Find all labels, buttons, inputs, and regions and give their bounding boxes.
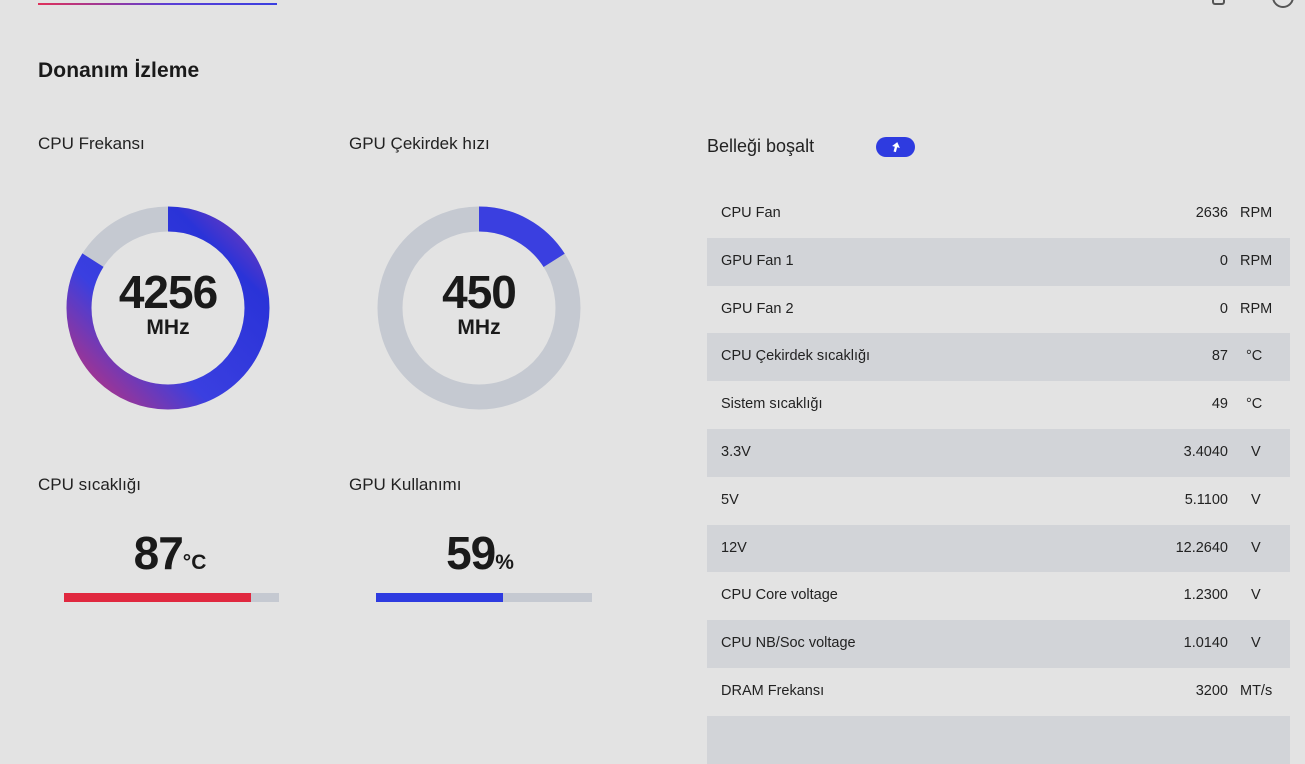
gpu-usage-label: GPU Kullanımı <box>349 475 462 494</box>
sensor-name: 5V <box>721 491 739 508</box>
sensor-value: 87 <box>1211 348 1228 365</box>
cpu-temp-label: CPU sıcaklığı <box>38 475 141 494</box>
cpu-temp-unit: °C <box>182 551 207 574</box>
sensor-row: CPU Fan 2636 RPM <box>707 190 1290 238</box>
sensor-name: DRAM Frekansı <box>721 682 825 699</box>
active-tab-indicator <box>38 3 277 5</box>
sensor-value: 1.2300 <box>1183 587 1228 604</box>
sensor-unit: RPM <box>1240 205 1273 221</box>
sensor-row: CPU NB/Soc voltage 1.0140 V <box>707 620 1290 668</box>
gpu-usage-value: 59 <box>446 527 496 579</box>
gpu-usage-unit: % <box>495 551 514 574</box>
sensor-row <box>707 715 1290 764</box>
sensor-value: 1.0140 <box>1183 635 1228 652</box>
sensor-name: GPU Fan 1 <box>721 252 794 269</box>
gpu-clock-value: 450 <box>442 266 517 318</box>
boost-arrow-icon <box>891 142 900 153</box>
cpu-frequency-gauge: 4256 MHz <box>63 203 273 413</box>
sensor-name: CPU Fan <box>721 205 781 221</box>
gpu-usage-readout: 59% <box>370 526 590 580</box>
sensor-name: Sistem sıcaklığı <box>721 396 823 413</box>
cpu-frequency-unit: MHz <box>146 316 190 339</box>
sensor-unit: MT/s <box>1240 682 1273 699</box>
sensor-row: GPU Fan 1 0 RPM <box>707 237 1290 286</box>
cpu-frequency-label: CPU Frekansı <box>38 134 145 153</box>
sensor-unit: RPM <box>1240 252 1273 269</box>
sensor-unit: V <box>1251 443 1261 460</box>
gpu-usage-bar-fill <box>376 593 504 602</box>
gpu-clock-unit: MHz <box>457 316 501 339</box>
sensor-unit: °C <box>1246 396 1263 413</box>
cpu-temp-readout: 87°C <box>60 526 280 580</box>
sensor-unit: V <box>1251 587 1261 604</box>
sensor-row: GPU Fan 2 0 RPM <box>707 286 1290 334</box>
free-memory-label: Belleği boşalt <box>707 136 815 156</box>
sensor-name: GPU Fan 2 <box>721 300 794 317</box>
sensor-row: 5V 5.1100 V <box>707 477 1290 525</box>
sensor-value: 12.2640 <box>1175 539 1228 556</box>
sensor-name: CPU Core voltage <box>721 587 838 604</box>
sensor-row: 3.3V 3.4040 V <box>707 428 1290 477</box>
sensor-row: CPU Çekirdek sıcaklığı 87 °C <box>707 333 1290 382</box>
sensor-value: 0 <box>1219 300 1228 317</box>
sensor-unit: RPM <box>1240 300 1273 317</box>
cpu-temp-value: 87 <box>133 527 184 579</box>
sensor-value: 5.1100 <box>1184 491 1228 508</box>
gpu-usage-bar <box>376 593 592 602</box>
sensor-row: Sistem sıcaklığı 49 °C <box>707 381 1290 429</box>
profile-icon[interactable] <box>1272 0 1294 8</box>
sensor-name: CPU NB/Soc voltage <box>721 635 856 652</box>
cpu-temp-bar-fill <box>64 593 252 602</box>
gpu-clock-label: GPU Çekirdek hızı <box>349 134 490 153</box>
sensor-value: 0 <box>1219 252 1228 269</box>
sensor-unit: V <box>1251 539 1261 556</box>
free-memory-button[interactable] <box>876 137 915 157</box>
sensor-table: CPU Fan 2636 RPM GPU Fan 1 0 RPM GPU Fan 20R… <box>707 190 1290 764</box>
sensor-unit: V <box>1251 635 1261 652</box>
sensor-row: 12V 12.2640 V <box>707 524 1290 573</box>
gpu-clock-gauge: 450 MHz <box>374 203 584 413</box>
sensor-row: DRAM Frekansı 3200 MT/s <box>707 668 1290 716</box>
sensor-name: 3.3V <box>721 443 751 460</box>
page-title: Donanım İzleme <box>38 59 200 82</box>
sensor-unit: V <box>1251 491 1261 508</box>
sensor-value: 49 <box>1211 396 1228 413</box>
sensor-row: CPU Core voltage 1.2300 V <box>707 572 1290 620</box>
sensor-value: 3.4040 <box>1183 443 1228 460</box>
sensor-name: 12V <box>721 539 747 556</box>
sensor-value: 2636 <box>1195 205 1228 221</box>
sensor-value: 3200 <box>1195 682 1228 699</box>
sensor-unit: °C <box>1246 348 1263 365</box>
cpu-temp-bar <box>64 593 279 602</box>
cpu-frequency-value: 4256 <box>118 266 218 318</box>
sensor-name: CPU Çekirdek sıcaklığı <box>721 348 871 365</box>
toolbar-icon[interactable] <box>1212 0 1225 5</box>
